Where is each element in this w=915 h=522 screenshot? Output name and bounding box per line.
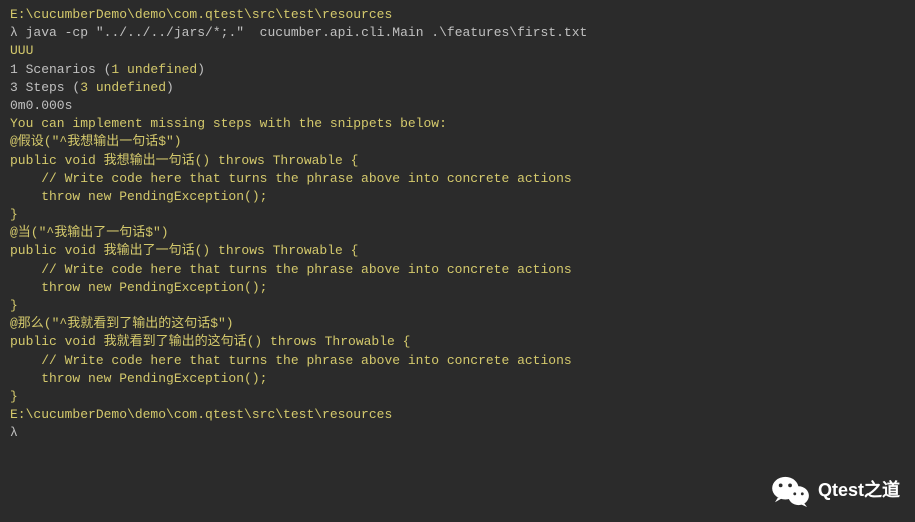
snippet-line: } xyxy=(10,388,905,406)
implement-message: You can implement missing steps with the… xyxy=(10,115,905,133)
snippet-line: // Write code here that turns the phrase… xyxy=(10,170,905,188)
snippet-line: // Write code here that turns the phrase… xyxy=(10,261,905,279)
prompt-symbol: λ xyxy=(10,424,905,442)
watermark-text: Qtest之道 xyxy=(818,478,900,503)
snippet-line: public void 我就看到了输出的这句话() throws Throwab… xyxy=(10,333,905,351)
execution-time: 0m0.000s xyxy=(10,97,905,115)
snippet-line: @那么("^我就看到了输出的这句话$") xyxy=(10,315,905,333)
wechat-icon xyxy=(772,475,810,507)
command-text: java -cp "../../../jars/*;." cucumber.ap… xyxy=(26,25,588,40)
steps-summary: 3 Steps (3 undefined) xyxy=(10,79,905,97)
snippet-line: throw new PendingException(); xyxy=(10,279,905,297)
snippet-line: @假设("^我想输出一句话$") xyxy=(10,133,905,151)
command-line: λ java -cp "../../../jars/*;." cucumber.… xyxy=(10,24,905,42)
snippet-line: throw new PendingException(); xyxy=(10,188,905,206)
snippet-line: throw new PendingException(); xyxy=(10,370,905,388)
cwd-path: E:\cucumberDemo\demo\com.qtest\src\test\… xyxy=(10,406,905,424)
cwd-path: E:\cucumberDemo\demo\com.qtest\src\test\… xyxy=(10,6,905,24)
snippet-line: public void 我想输出一句话() throws Throwable { xyxy=(10,152,905,170)
snippet-line: // Write code here that turns the phrase… xyxy=(10,352,905,370)
snippet-line: } xyxy=(10,297,905,315)
watermark: Qtest之道 xyxy=(772,475,900,507)
output-uuu: UUU xyxy=(10,42,905,60)
prompt-symbol: λ xyxy=(10,25,18,40)
scenarios-summary: 1 Scenarios (1 undefined) xyxy=(10,61,905,79)
snippet-line: } xyxy=(10,206,905,224)
terminal-output[interactable]: E:\cucumberDemo\demo\com.qtest\src\test\… xyxy=(0,0,915,449)
snippet-line: public void 我输出了一句话() throws Throwable { xyxy=(10,242,905,260)
snippet-line: @当("^我输出了一句话$") xyxy=(10,224,905,242)
